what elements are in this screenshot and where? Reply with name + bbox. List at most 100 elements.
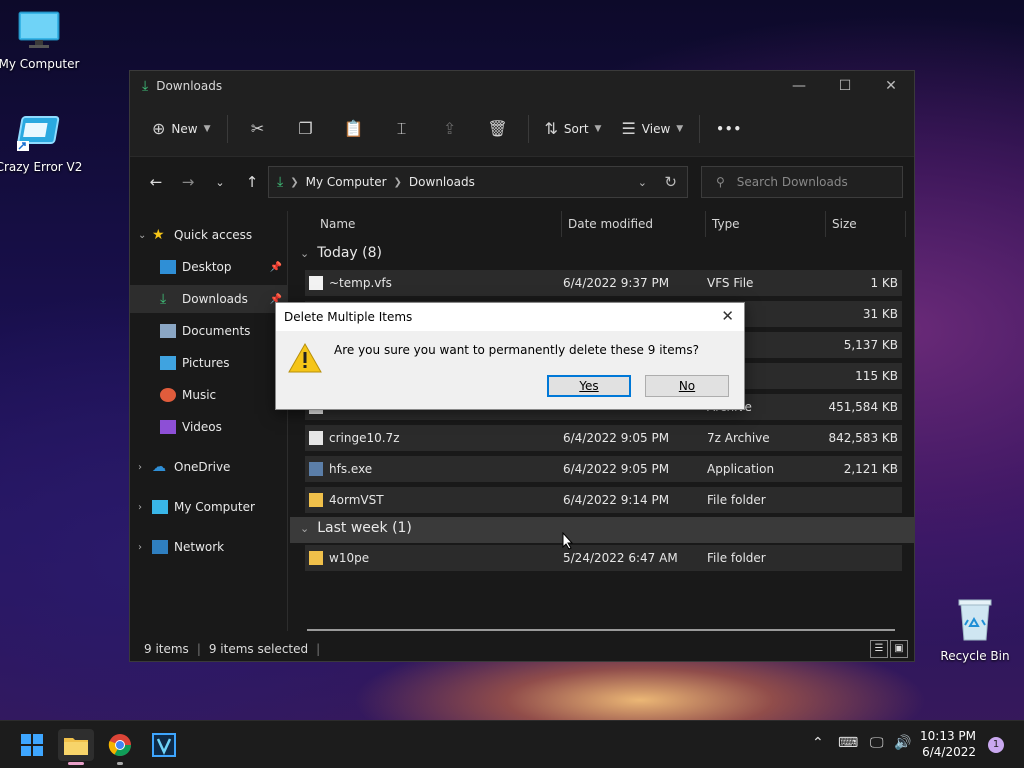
sidebar-label: Videos — [182, 420, 222, 434]
sidebar-item-my-computer[interactable]: › My Computer — [130, 493, 288, 521]
warning-icon — [288, 342, 322, 376]
rename-button[interactable]: ⌶ — [378, 113, 426, 145]
archive-icon — [309, 431, 323, 445]
sidebar-item-quick-access[interactable]: ⌄ ★ Quick access — [130, 221, 288, 249]
v-app-icon — [152, 733, 176, 757]
scissors-icon: ✂ — [250, 119, 265, 138]
sidebar-item-videos[interactable]: Videos — [130, 413, 288, 441]
maximize-button[interactable]: ☐ — [822, 71, 868, 101]
table-row[interactable]: 4ormVST 6/4/2022 9:14 PM File folder — [305, 487, 902, 513]
horizontal-scrollbar[interactable] — [307, 629, 895, 631]
desktop-icon-crazy-error[interactable]: Crazy Error V2 — [0, 115, 84, 174]
copy-button[interactable]: ❐ — [282, 113, 330, 145]
toolbar-separator — [226, 114, 228, 143]
file-type: File folder — [707, 551, 766, 565]
taskbar-chrome[interactable] — [102, 729, 138, 765]
taskbar-file-explorer[interactable] — [58, 729, 94, 765]
file-type: VFS File — [707, 276, 754, 290]
yes-button[interactable]: Yes — [547, 375, 631, 397]
group-header-last-week[interactable]: ⌄ Last week (1) — [300, 520, 412, 536]
folder-icon — [309, 551, 323, 565]
cut-button[interactable]: ✂ — [234, 113, 282, 145]
application-icon — [309, 462, 323, 476]
network-icon — [152, 540, 168, 554]
address-dropdown-icon[interactable]: ⌄ — [638, 176, 647, 189]
window-title: Downloads — [156, 79, 223, 93]
title-bar[interactable]: ⤓ Downloads — ☐ ✕ — [130, 71, 914, 101]
search-input[interactable]: ⚲ Search Downloads — [701, 166, 903, 198]
file-size: 842,583 KB — [828, 431, 898, 445]
sidebar-label: My Computer — [174, 500, 255, 514]
file-size: 31 KB — [862, 307, 898, 321]
column-header-size[interactable]: Size — [826, 211, 906, 237]
toolbar-separator — [699, 114, 701, 143]
address-bar[interactable]: ⤓ ❯ My Computer ❯ Downloads ⌄ ↻ — [268, 166, 688, 198]
table-row[interactable]: w10pe 5/24/2022 6:47 AM File folder — [305, 545, 902, 571]
sidebar-item-network[interactable]: › Network — [130, 533, 288, 561]
column-header-date[interactable]: Date modified — [562, 211, 706, 237]
file-icon — [309, 276, 323, 290]
column-header-type[interactable]: Type — [706, 211, 826, 237]
notification-badge[interactable]: 1 — [988, 737, 1004, 753]
table-row[interactable]: ~temp.vfs 6/4/2022 9:37 PM VFS File 1 KB — [305, 270, 902, 296]
table-row[interactable]: hfs.exe 6/4/2022 9:05 PM Application 2,121 … — [305, 456, 902, 482]
sidebar-item-downloads[interactable]: ⤓ Downloads 📌 — [130, 285, 288, 313]
sidebar-label: OneDrive — [174, 460, 231, 474]
chevron-right-icon: › — [138, 501, 142, 513]
column-header-name[interactable]: Name — [290, 211, 562, 237]
search-placeholder: Search Downloads — [736, 175, 848, 189]
view-button[interactable]: ☰ View ▼ — [611, 113, 693, 145]
desktop-icon-my-computer[interactable]: My Computer — [0, 10, 84, 71]
up-arrow-icon[interactable]: ↑ — [236, 173, 268, 191]
start-button[interactable] — [14, 729, 50, 761]
dialog-title: Delete Multiple Items — [276, 303, 744, 331]
breadcrumb-chevron-icon: ❯ — [393, 176, 402, 188]
monitor-icon — [0, 10, 84, 53]
table-row[interactable]: cringe10.7z 6/4/2022 9:05 PM 7z Archive 842… — [305, 425, 902, 451]
forward-arrow-icon[interactable]: → — [172, 173, 204, 191]
picture-icon — [160, 356, 176, 370]
status-item-count: 9 items — [144, 642, 189, 656]
file-date: 6/4/2022 9:14 PM — [563, 493, 670, 507]
no-button[interactable]: No — [645, 375, 729, 397]
chevron-down-icon: ⌄ — [138, 229, 147, 241]
delete-button[interactable]: 🗑 — [474, 113, 522, 145]
volume-icon[interactable]: 🔊 — [894, 735, 911, 751]
desktop-icon-label: Crazy Error V2 — [0, 160, 83, 174]
close-button[interactable]: ✕ — [868, 71, 914, 101]
refresh-icon[interactable]: ↻ — [664, 173, 677, 191]
file-size: 115 KB — [855, 369, 898, 383]
new-button[interactable]: ⊕ New ▼ — [142, 113, 221, 145]
tray-overflow-chevron-icon[interactable]: ⌃ — [812, 735, 824, 751]
breadcrumb-downloads[interactable]: Downloads — [409, 175, 475, 189]
tiles-view-icon[interactable]: ▣ — [890, 640, 908, 658]
sidebar-item-desktop[interactable]: Desktop 📌 — [130, 253, 288, 281]
sort-button[interactable]: ⇅ Sort ▼ — [535, 113, 612, 145]
delete-confirmation-dialog: Delete Multiple Items ✕ Are you sure you… — [275, 302, 745, 410]
details-view-icon[interactable]: ☰ — [870, 640, 888, 658]
sidebar-item-music[interactable]: Music — [130, 381, 288, 409]
sidebar-label: Downloads — [182, 292, 248, 306]
command-bar: ⊕ New ▼ ✂ ❐ 📋 ⌶ ⇪ 🗑 ⇅ Sort ▼ ☰ View ▼ ••… — [130, 101, 914, 157]
sidebar-item-documents[interactable]: Documents — [130, 317, 288, 345]
breadcrumb-my-computer[interactable]: My Computer — [306, 175, 387, 189]
more-options-button[interactable]: ••• — [706, 113, 752, 145]
recent-locations-chevron-icon[interactable]: ⌄ — [204, 176, 236, 189]
minimize-button[interactable]: — — [776, 71, 822, 101]
sort-label: Sort — [563, 121, 589, 136]
taskbar-app-v[interactable] — [146, 729, 182, 761]
chevron-down-icon: ▼ — [203, 123, 211, 134]
keyboard-icon[interactable]: ⌨ — [838, 735, 858, 751]
share-button[interactable]: ⇪ — [426, 113, 474, 145]
file-name: ~temp.vfs — [329, 276, 392, 290]
desktop-icon-recycle-bin[interactable]: Recycle Bin — [930, 596, 1020, 663]
back-arrow-icon[interactable]: ← — [140, 173, 172, 191]
paste-button[interactable]: 📋 — [330, 113, 378, 145]
clock[interactable]: 10:13 PM 6/4/2022 — [920, 728, 976, 760]
sidebar-item-onedrive[interactable]: › ☁ OneDrive — [130, 453, 288, 481]
no-label: No — [678, 379, 696, 393]
sidebar-item-pictures[interactable]: Pictures — [130, 349, 288, 377]
group-header-today[interactable]: ⌄ Today (8) — [300, 245, 382, 261]
network-status-icon[interactable]: 🖵 — [870, 735, 884, 751]
dialog-close-icon[interactable]: ✕ — [721, 307, 734, 325]
